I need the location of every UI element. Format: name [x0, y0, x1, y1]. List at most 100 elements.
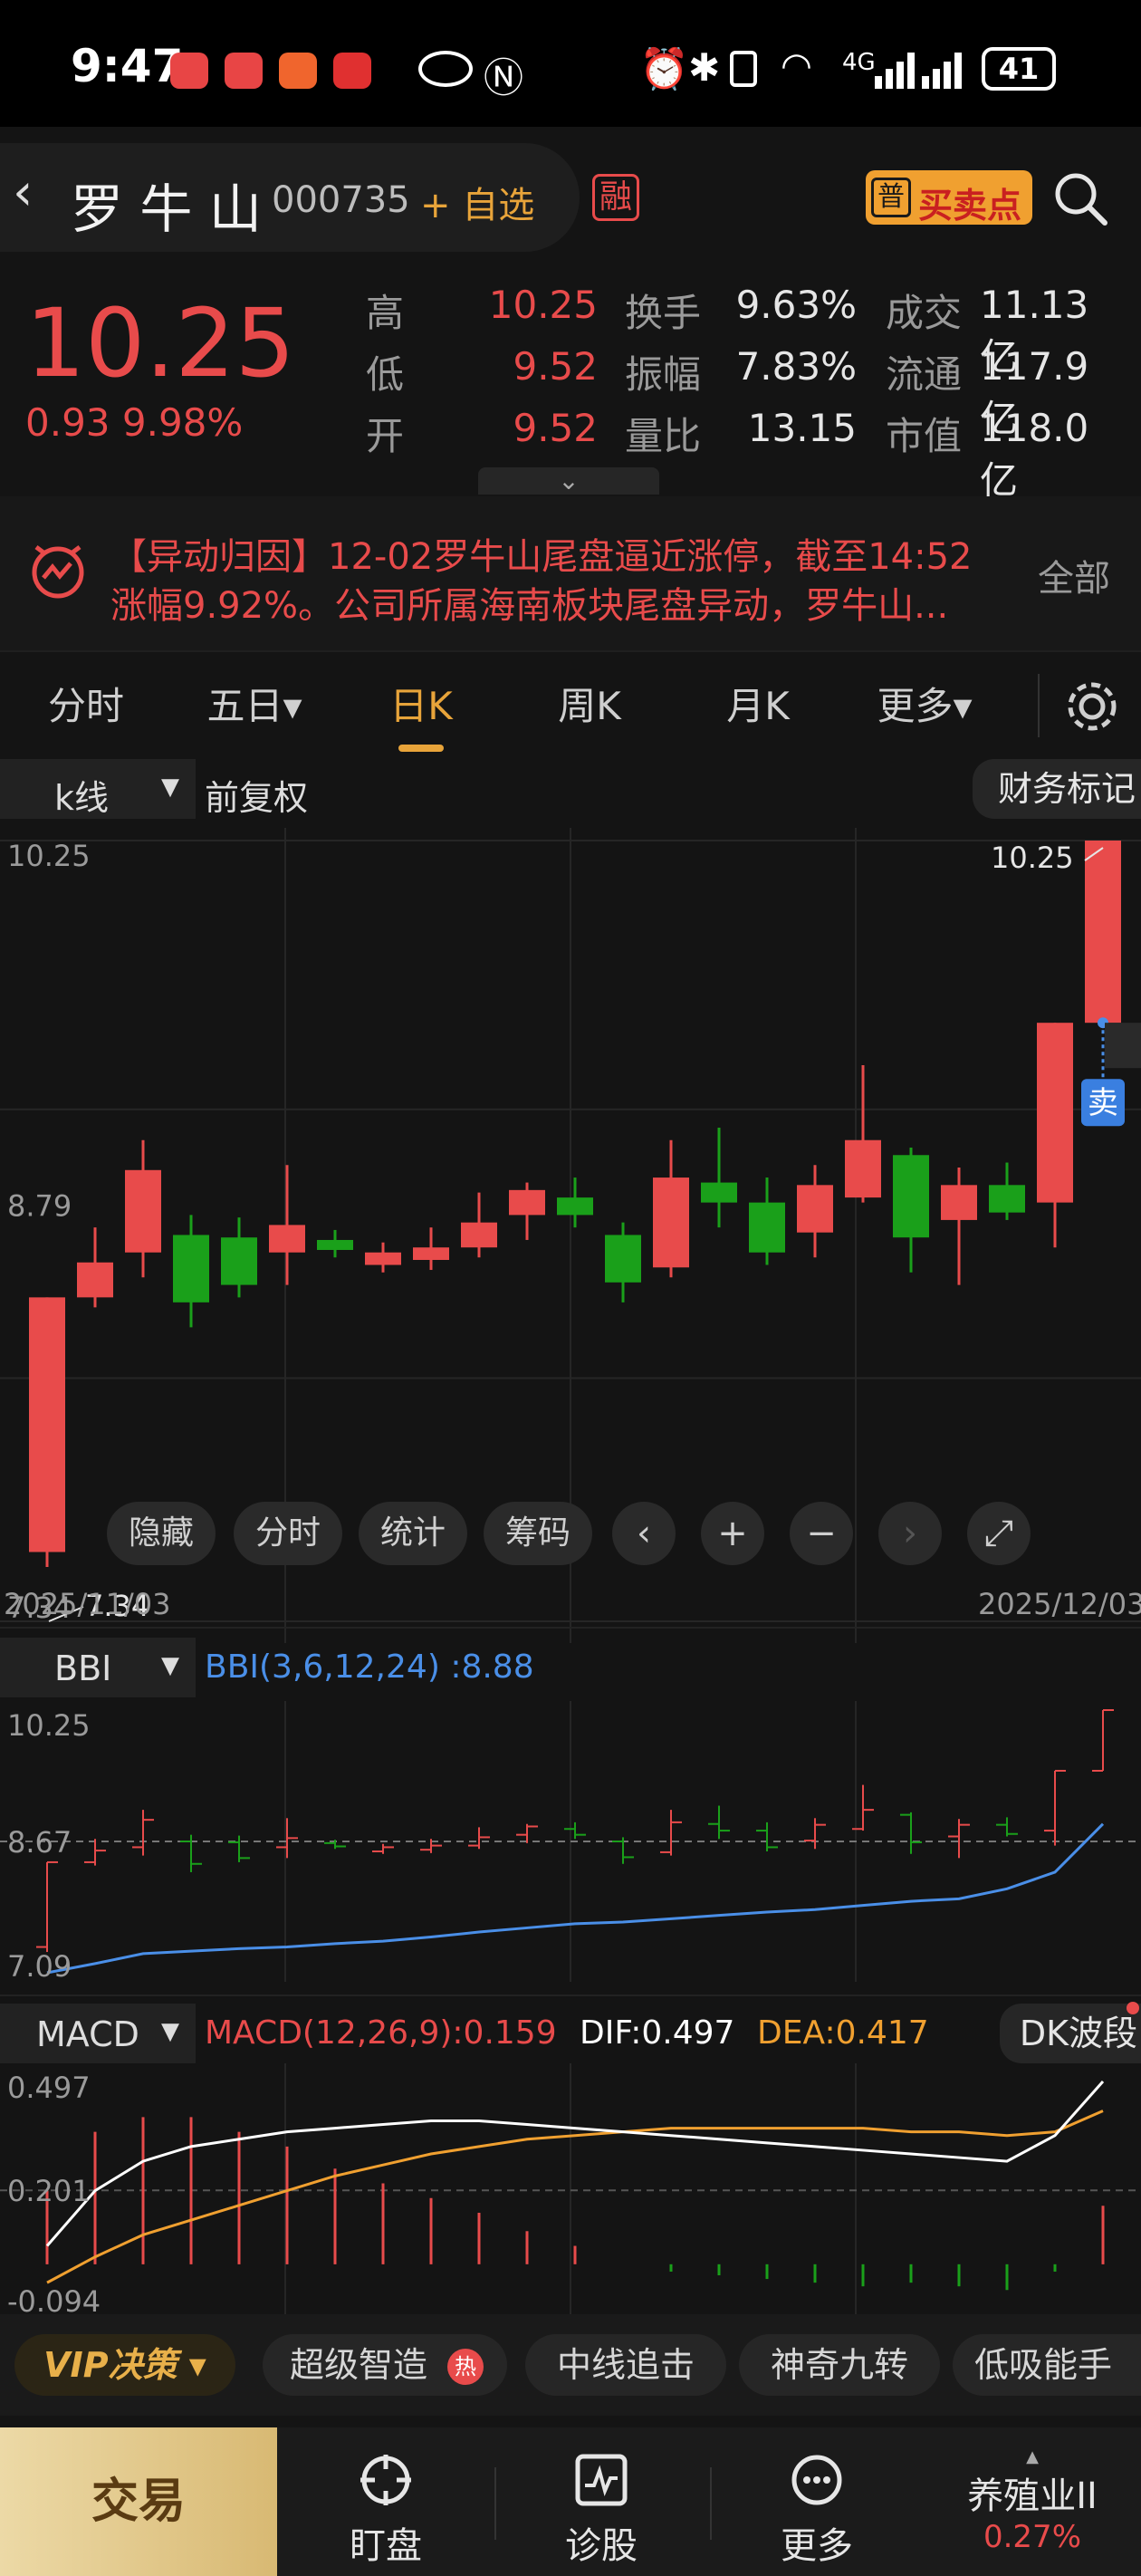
chart-area: k线 ▼ 前复权 财务标记 10.25 8.79 7.34 10.25 7.34 卖 隐藏…: [0, 759, 1141, 2317]
strategy-chip-3[interactable]: 神奇九转: [739, 2334, 940, 2396]
zoom-out-icon[interactable]: −: [790, 1502, 853, 1565]
fullscreen-icon[interactable]: ⤢: [967, 1502, 1031, 1565]
vip-decision-button[interactable]: VIP决策 ▾: [14, 2334, 235, 2396]
strategy-chip-4[interactable]: 低吸能手: [953, 2334, 1141, 2396]
buy-sell-badge: 普: [871, 178, 911, 217]
quote-label: 高: [366, 291, 405, 335]
sector-widget[interactable]: ▲ 养殖业II 0.27%: [924, 2447, 1141, 2555]
quote-value: 9.63%: [735, 283, 857, 327]
adjust-mode[interactable]: 前复权: [205, 770, 308, 820]
news-all-link[interactable]: 全部: [1038, 549, 1110, 601]
strategy-chip-label: 超级智造: [290, 2345, 428, 2385]
y-axis-label: 0.497: [7, 2071, 91, 2105]
stats-button[interactable]: 统计: [359, 1502, 467, 1565]
wifi-icon: ◠: [781, 45, 812, 87]
quote-label: 振幅: [625, 352, 702, 397]
scroll-left-icon[interactable]: ‹: [612, 1502, 676, 1565]
y-axis-label: 7.09: [7, 1949, 72, 1984]
quote-label: 换手: [625, 291, 702, 335]
tab-4[interactable]: 周K: [522, 652, 657, 761]
quote-label: 开: [366, 414, 405, 458]
tab-5[interactable]: 月K: [690, 652, 826, 761]
margin-tag: 融: [592, 174, 639, 221]
red-app-icon-2: [333, 53, 371, 89]
quote-value: 10.25: [488, 283, 598, 327]
chips-button[interactable]: 筹码: [484, 1502, 592, 1565]
news-banner[interactable]: 【异动归因】12-02罗牛山尾盘逼近涨停，截至14:52 涨幅9.92%。公司所…: [0, 496, 1141, 650]
signal-icon: [875, 53, 962, 89]
red-app-icon: [225, 53, 263, 89]
dif-line: [45, 2081, 1105, 2247]
candle-body: [941, 1185, 977, 1220]
back-icon[interactable]: ‹: [13, 163, 33, 222]
kline-type-label: k线: [54, 778, 110, 818]
add-watchlist-button[interactable]: + 自选: [420, 176, 534, 228]
zoom-in-icon[interactable]: +: [701, 1502, 764, 1565]
y-axis-label: 8.79: [7, 1188, 72, 1223]
diagnose-tab-label: 诊股: [565, 2525, 638, 2567]
macd-title: MACD(12,26,9):0.159: [205, 2014, 557, 2052]
sector-change: 0.27%: [983, 2519, 1081, 2555]
tab-2[interactable]: 五日▾: [187, 652, 322, 761]
settings-gear-icon[interactable]: [1065, 679, 1119, 734]
candle-body: [77, 1262, 113, 1298]
finance-mark-button[interactable]: 财务标记: [973, 759, 1141, 819]
stock-header: ‹ 罗 牛 山 000735 + 自选 融 普 买卖点: [0, 127, 1141, 272]
intraday-button[interactable]: 分时: [234, 1502, 342, 1565]
buy-sell-label: 买卖点: [918, 186, 1022, 226]
price-change: 0.93 9.98%: [25, 400, 244, 445]
dk-band-button[interactable]: DK波段: [1000, 2004, 1141, 2063]
dropdown-caret-icon: ▼: [161, 1652, 179, 1679]
more-tab[interactable]: 更多: [744, 2427, 889, 2576]
hide-button[interactable]: 隐藏: [107, 1502, 216, 1565]
tab-6[interactable]: 更多▾: [857, 652, 992, 761]
nav-divider: [494, 2467, 496, 2540]
status-bar: 9:47 Ⓝ ⏰ ✱ ◠ 4G 41: [0, 0, 1141, 127]
orange-app-icon: [279, 53, 317, 89]
candle-body: [461, 1222, 497, 1248]
tab-1[interactable]: 分时: [18, 652, 154, 761]
bbi-params: BBI(3,6,12,24): [205, 1648, 440, 1686]
quote-value: 13.15: [747, 406, 857, 450]
macd-select[interactable]: MACD ▼: [0, 2004, 196, 2063]
watch-tab[interactable]: 盯盘: [313, 2427, 458, 2576]
bbi-select[interactable]: BBI ▼: [0, 1638, 196, 1697]
expand-quote-icon[interactable]: ⌄: [478, 467, 659, 495]
candle-body: [365, 1252, 401, 1265]
candle-body: [749, 1202, 785, 1253]
tab-divider: [1038, 674, 1040, 737]
quote-value: 118.0亿: [980, 406, 1089, 503]
dropdown-caret-icon: ▼: [161, 774, 179, 801]
candle-body: [221, 1237, 257, 1285]
more-tab-label: 更多: [781, 2525, 853, 2567]
status-time: 9:47: [71, 40, 184, 92]
kline-type-select[interactable]: k线 ▼: [0, 759, 196, 819]
hot-badge: 热: [447, 2349, 484, 2385]
target-icon: [360, 2455, 411, 2505]
macd-chart[interactable]: 0.497 0.201 -0.094: [0, 2063, 1141, 2317]
watch-tab-label: 盯盘: [350, 2525, 422, 2567]
quote-label: 低: [366, 352, 405, 397]
candle-body: [1085, 841, 1121, 1024]
diagnose-tab[interactable]: 诊股: [529, 2427, 674, 2576]
price-line-handle: [1105, 1023, 1141, 1069]
y-axis-label: 10.25: [7, 839, 91, 873]
bluetooth-icon: ✱: [688, 45, 721, 90]
strategy-chip-2[interactable]: 中线追击: [525, 2334, 726, 2396]
quote-panel: 10.25 0.93 9.98% 高 10.25 换手 9.63% 成交 11.13亿低 9…: [0, 272, 1141, 503]
bbi-chart[interactable]: 10.25 8.67 7.09: [0, 1701, 1141, 2000]
trade-button[interactable]: 交易: [0, 2427, 277, 2576]
network-type: 4G: [842, 49, 876, 76]
more-dots-icon: [791, 2455, 842, 2505]
candle-body: [605, 1235, 641, 1283]
bbi-value: :8.88: [450, 1648, 534, 1686]
high-price-label: 10.25: [991, 841, 1074, 875]
candle-body: [845, 1139, 881, 1198]
macd-select-label: MACD: [36, 2014, 139, 2054]
scroll-right-icon[interactable]: ›: [878, 1502, 942, 1565]
news-text-line2: 涨幅9.92%。公司所属海南板块尾盘异动，罗牛山...: [110, 585, 949, 627]
huawei-app-icon: [170, 53, 208, 89]
search-icon[interactable]: [1052, 170, 1108, 226]
buy-sell-button[interactable]: 普 买卖点: [866, 170, 1032, 226]
candle-body: [893, 1155, 929, 1238]
